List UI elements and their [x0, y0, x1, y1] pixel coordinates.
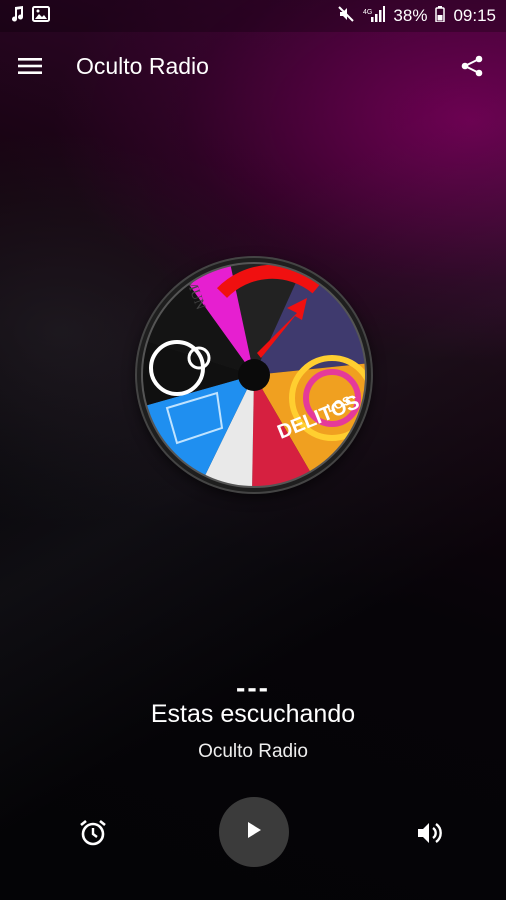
alarm-clock-icon[interactable]: [76, 816, 110, 850]
album-art: DELITOS LOS MUN: [137, 258, 371, 492]
app-bar: Oculto Radio: [0, 36, 506, 96]
mute-icon: [337, 5, 355, 28]
station-name: Oculto Radio: [198, 741, 308, 762]
player-controls: [0, 796, 506, 868]
status-bar-right: 4G 38% 09:15: [337, 5, 496, 28]
app-title: Oculto Radio: [76, 52, 209, 79]
music-note-icon: [10, 5, 24, 27]
status-bar-left: [10, 5, 50, 27]
play-button[interactable]: [219, 797, 289, 867]
now-playing-label: Estas escuchando: [150, 700, 356, 728]
svg-text:4G: 4G: [363, 9, 372, 16]
share-icon[interactable]: [454, 48, 490, 84]
battery-percent: 38%: [393, 6, 428, 25]
clock-time: 09:15: [453, 6, 496, 25]
signal-icon: 4G: [363, 5, 386, 27]
status-bar: 4G 38% 09:15: [0, 0, 506, 32]
album-art-graphic: DELITOS LOS MUN: [141, 262, 367, 488]
volume-icon[interactable]: [413, 816, 447, 850]
battery-icon: [435, 5, 446, 27]
hamburger-menu-icon[interactable]: [12, 48, 48, 84]
play-icon: [245, 820, 263, 845]
image-icon: [32, 5, 50, 27]
